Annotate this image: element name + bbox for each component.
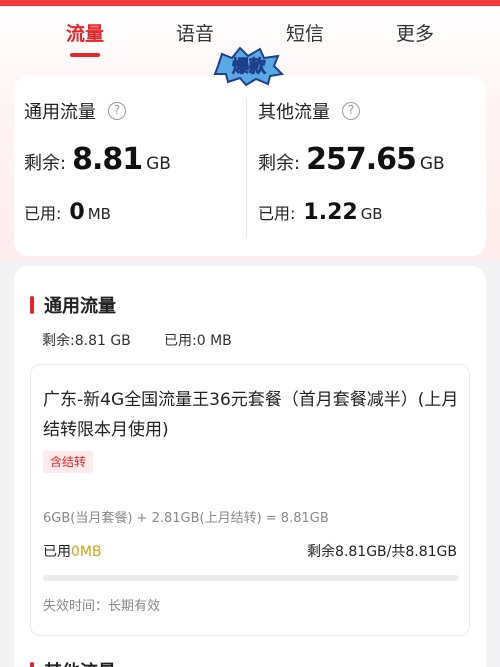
other-section-title: 其他流量 [44, 658, 116, 667]
usage-summary-card: 通用流量 ? 剩余: 8.81 GB 已用: 0 MB 其他流量 ? 剩余: 2… [14, 76, 486, 256]
used-unit: GB [360, 205, 383, 223]
help-icon[interactable]: ? [342, 102, 360, 120]
badge-text: 爆款 [232, 56, 267, 77]
general-remaining: 剩余: 8.81 GB [24, 142, 171, 177]
plan-expiry: 失效时间：长期有效 [43, 599, 161, 614]
remaining-unit: GB [146, 154, 171, 174]
used-value: 1.22 [303, 200, 358, 225]
other-remaining: 剩余: 257.65 GB [258, 142, 445, 177]
summary-divider [246, 98, 247, 238]
active-tab-indicator [70, 53, 100, 57]
plan-used-label: 已用 [43, 544, 71, 560]
plan-used-value: 0MB [71, 544, 102, 560]
used-value: 0 [69, 200, 85, 225]
plan-name: 广东-新4G全国流量王36元套餐（首月套餐减半）(上月结转限本月使用) [43, 390, 459, 440]
section-title: 通用流量 [44, 296, 116, 317]
section-marker [30, 662, 34, 667]
other-used: 已用: 1.22 GB [258, 200, 383, 225]
hot-deal-badge: 爆款 [213, 46, 285, 86]
used-unit: MB [87, 205, 111, 223]
plan-remaining-total: 剩余8.81GB/共8.81GB [307, 544, 457, 560]
section-used: 已用:0 MB [164, 333, 232, 349]
section-header: 通用流量 [30, 292, 116, 318]
plan-formula: 6GB(当月套餐) + 2.81GB(上月结转) = 8.81GB [43, 511, 329, 526]
other-title: 其他流量 [258, 102, 330, 123]
section-marker [30, 296, 34, 314]
tab-data[interactable]: 流量 [40, 20, 130, 48]
remaining-label: 剩余: [24, 153, 67, 174]
used-label: 已用: [258, 204, 296, 223]
remaining-unit: GB [419, 154, 445, 174]
tab-more[interactable]: 更多 [370, 20, 460, 48]
other-usage-summary: 其他流量 ? 剩余: 257.65 GB 已用: 1.22 GB [248, 76, 486, 256]
plan-item[interactable]: 广东-新4G全国流量王36元套餐（首月套餐减半）(上月结转限本月使用) 含结转 … [30, 364, 470, 636]
remaining-value: 8.81 [72, 142, 143, 177]
remaining-label: 剩余: [258, 153, 301, 174]
general-title: 通用流量 [24, 102, 96, 123]
other-title-row: 其他流量 ? [258, 98, 360, 124]
plan-used: 已用0MB [43, 541, 102, 561]
carryover-tag: 含结转 [43, 451, 94, 473]
other-section-header: 其他流量 [30, 658, 116, 667]
usage-progress-bar [43, 575, 459, 581]
help-icon[interactable]: ? [108, 102, 126, 120]
general-used: 已用: 0 MB [24, 200, 111, 225]
general-title-row: 通用流量 ? [24, 98, 126, 124]
general-usage-summary: 通用流量 ? 剩余: 8.81 GB 已用: 0 MB [14, 76, 238, 256]
section-remaining: 剩余:8.81 GB [42, 333, 131, 349]
used-label: 已用: [24, 204, 62, 223]
general-data-detail-card: 通用流量 剩余:8.81 GB 已用:0 MB 广东-新4G全国流量王36元套餐… [14, 266, 486, 667]
remaining-value: 257.65 [306, 142, 417, 177]
